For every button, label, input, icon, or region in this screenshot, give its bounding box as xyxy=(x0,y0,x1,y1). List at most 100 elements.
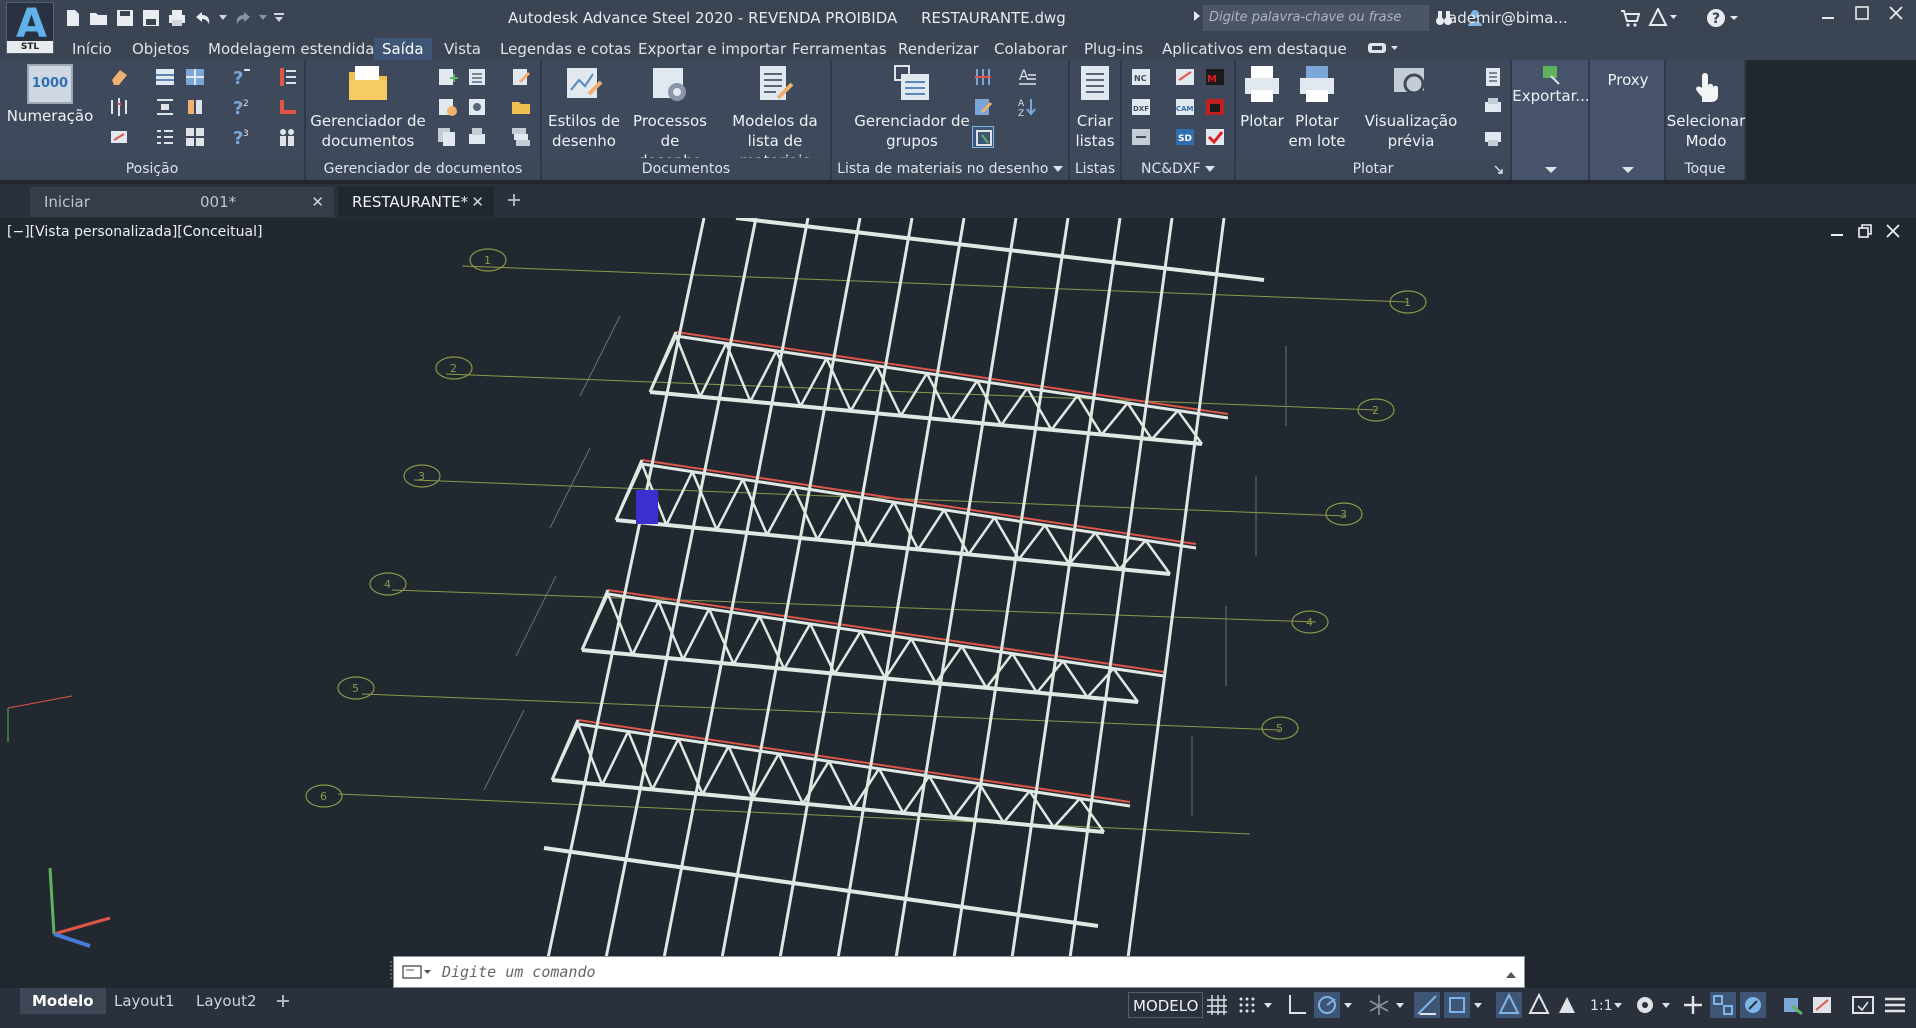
undo-icon[interactable] xyxy=(192,7,214,29)
cart-icon[interactable] xyxy=(1620,9,1641,30)
truss-diagonal[interactable] xyxy=(657,600,685,660)
gerenciador-documentos-button[interactable]: Gerenciador de documentos xyxy=(310,64,426,151)
truss-vertical[interactable] xyxy=(550,723,580,781)
estilos-de-desenho-button[interactable]: Estilos de desenho xyxy=(546,64,622,151)
column-outline[interactable] xyxy=(483,709,525,791)
isolate-objects-icon[interactable] xyxy=(1810,992,1836,1018)
purlin[interactable] xyxy=(1068,218,1174,959)
truss-vertical[interactable] xyxy=(681,608,711,661)
annotation-visibility-icon[interactable] xyxy=(1496,992,1522,1018)
truss-vertical[interactable] xyxy=(665,471,694,526)
truss-bottom-chord[interactable] xyxy=(551,778,1105,834)
proxy-dropdown-icon[interactable] xyxy=(1622,166,1634,174)
layout-tab-modelo[interactable]: Modelo xyxy=(20,988,106,1014)
truss-diagonal[interactable] xyxy=(1061,660,1089,698)
plotar-button[interactable]: Plotar xyxy=(1236,64,1288,131)
align-icon[interactable] xyxy=(154,96,176,118)
plot-dialog-launcher-icon[interactable] xyxy=(1494,165,1504,175)
profile-red-icon[interactable] xyxy=(276,96,298,118)
eave-beam[interactable] xyxy=(735,218,1265,282)
truss-vertical[interactable] xyxy=(715,478,744,531)
polar-dropdown-icon[interactable] xyxy=(1342,992,1354,1018)
purlin[interactable] xyxy=(836,218,966,959)
doc-edit-icon[interactable] xyxy=(510,66,532,88)
truss-vertical[interactable] xyxy=(1150,409,1179,441)
truss-diagonal[interactable] xyxy=(1144,539,1172,575)
viewport-close-icon[interactable] xyxy=(1886,224,1900,242)
minimize-icon[interactable] xyxy=(1820,4,1836,27)
truss-vertical[interactable] xyxy=(732,615,761,665)
truss-vertical[interactable] xyxy=(601,730,630,786)
truss-vertical[interactable] xyxy=(651,738,680,791)
ucs-icon-x[interactable] xyxy=(53,916,111,936)
truss-diagonal[interactable] xyxy=(606,593,634,656)
isodraft-icon[interactable] xyxy=(1366,992,1392,1018)
grid-axis-line[interactable] xyxy=(445,373,1377,411)
truss-diagonal[interactable] xyxy=(877,768,905,814)
object-snap-tracking-icon[interactable] xyxy=(1414,992,1440,1018)
text-format-icon[interactable]: A xyxy=(1016,66,1038,88)
customization-menu-icon[interactable] xyxy=(1882,992,1908,1018)
grid-axis-line[interactable] xyxy=(461,265,1409,303)
query2-icon[interactable]: ? 2 xyxy=(230,96,252,118)
processos-de-desenho-button[interactable]: Processos de desenho xyxy=(622,64,718,171)
truss-diagonal[interactable] xyxy=(827,760,855,809)
grid-axis-line[interactable] xyxy=(413,479,1347,517)
truss-vertical[interactable] xyxy=(934,645,963,684)
nc-settings-icon[interactable] xyxy=(1174,66,1196,88)
customize-qat-icon[interactable] xyxy=(272,7,286,29)
plotter-manager-icon[interactable] xyxy=(1482,126,1504,148)
tab-inicio[interactable]: Início xyxy=(64,38,120,60)
modelos-lista-materiais-button[interactable]: Modelos da lista de materiais xyxy=(718,64,832,171)
print-icon[interactable] xyxy=(166,7,188,29)
truss-diagonal[interactable] xyxy=(960,645,988,689)
bom-select-icon[interactable] xyxy=(972,126,994,148)
save-icon[interactable] xyxy=(114,7,136,29)
search-input[interactable]: Digite palavra-chave ou frase xyxy=(1203,5,1429,31)
structure-drawing[interactable]: 1 1 2 2 3 3 4 4 5 5 6 xyxy=(0,218,1916,988)
sort-az-icon[interactable]: AZ xyxy=(1016,96,1038,118)
layout-tab-layout2[interactable]: Layout2 xyxy=(184,988,269,1014)
truss-vertical[interactable] xyxy=(1017,524,1046,561)
tab-exportar-e-importar[interactable]: Exportar e importar xyxy=(630,38,794,60)
application-menu-button[interactable]: A STL xyxy=(6,2,54,54)
query3-icon[interactable]: ? 3 xyxy=(230,126,252,148)
table-grid-icon[interactable] xyxy=(154,66,176,88)
ortho-icon[interactable] xyxy=(1284,992,1310,1018)
tab-renderizar[interactable]: Renderizar xyxy=(890,38,987,60)
doc-stack-icon[interactable] xyxy=(510,126,532,148)
doc-copy-icon[interactable] xyxy=(436,126,458,148)
truss-diagonal[interactable] xyxy=(1126,402,1153,440)
ribbon-options-icon[interactable] xyxy=(1366,40,1400,59)
exportar-dropdown-icon[interactable] xyxy=(1545,166,1557,174)
tool-orange-icon[interactable] xyxy=(184,96,206,118)
eraser-icon[interactable] xyxy=(108,66,130,88)
cam-icon[interactable]: CAM xyxy=(1174,96,1196,118)
close-tab-icon[interactable]: ✕ xyxy=(471,187,484,217)
dxf-icon[interactable]: DXF xyxy=(1130,96,1152,118)
visualizacao-previa-button[interactable]: Visualização prévia xyxy=(1346,64,1476,151)
doc-print-icon[interactable] xyxy=(466,126,488,148)
tab-legendas-e-cotas[interactable]: Legendas e cotas xyxy=(492,38,639,60)
polar-tracking-icon[interactable] xyxy=(1314,992,1340,1018)
purlin[interactable] xyxy=(894,218,1018,959)
selected-object[interactable] xyxy=(636,490,658,524)
sd-icon[interactable]: SD xyxy=(1174,126,1196,148)
red-tool-icon[interactable] xyxy=(1204,96,1226,118)
truss-vertical[interactable] xyxy=(1002,790,1031,824)
column-outline[interactable] xyxy=(549,447,591,529)
truss-diagonal[interactable] xyxy=(928,775,955,819)
truss-vertical[interactable] xyxy=(816,493,845,541)
red-check-icon[interactable] xyxy=(1204,126,1226,148)
snap-mode-icon[interactable] xyxy=(1234,992,1260,1018)
purlin[interactable] xyxy=(778,218,914,959)
proxy-button[interactable]: Proxy xyxy=(1590,70,1666,90)
split-icon[interactable] xyxy=(108,96,130,118)
scale-dropdown-icon[interactable] xyxy=(1612,992,1624,1018)
folder-open-icon[interactable] xyxy=(510,96,532,118)
new-icon[interactable] xyxy=(62,7,84,29)
close-window-icon[interactable] xyxy=(1888,4,1904,27)
undo-dropdown-icon[interactable] xyxy=(218,7,228,29)
maximize-icon[interactable] xyxy=(1854,4,1870,27)
truss-diagonal[interactable] xyxy=(1043,524,1071,565)
